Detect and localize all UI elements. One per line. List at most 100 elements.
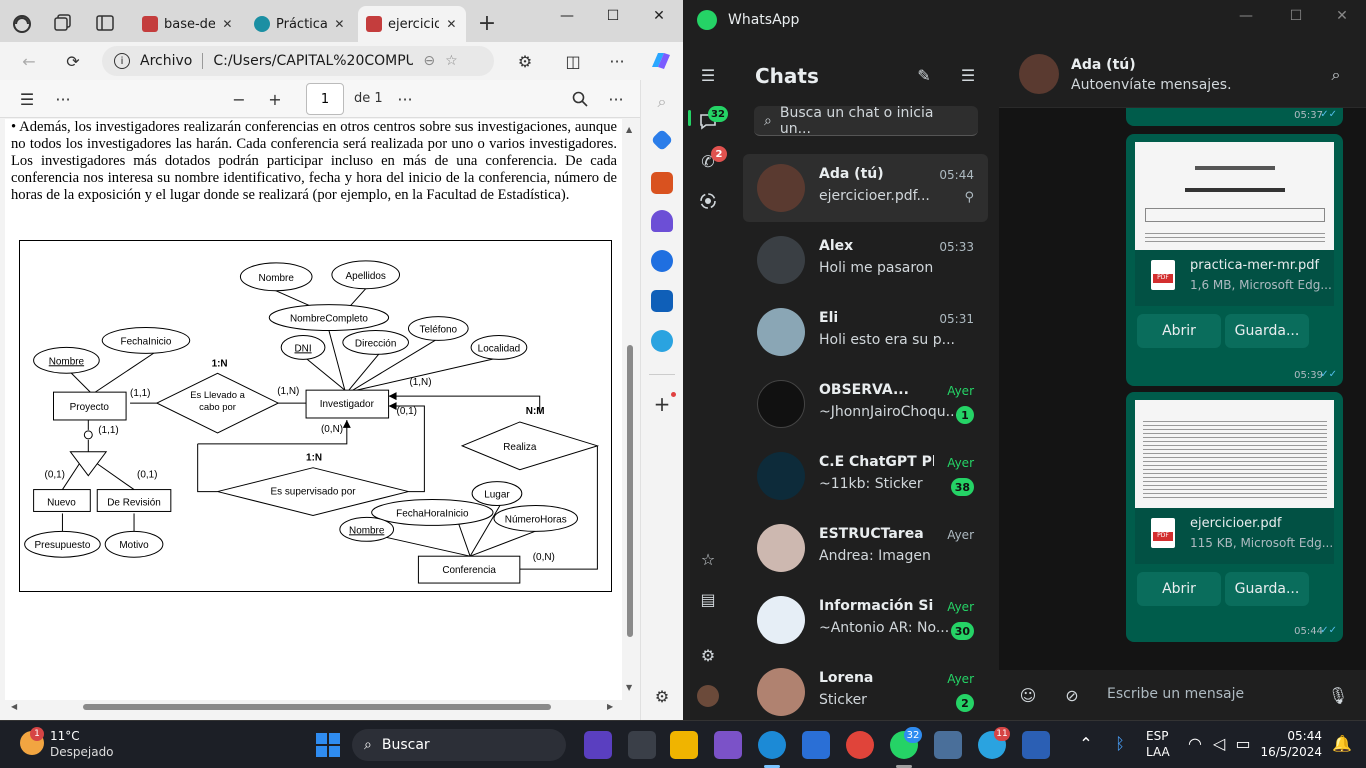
notifications-icon[interactable]: 🔔 <box>1332 733 1352 753</box>
split-screen-icon[interactable]: ◫ <box>560 48 586 74</box>
telegram-sidebar-icon[interactable] <box>651 330 673 352</box>
chrome-icon[interactable] <box>846 731 874 759</box>
address-bar[interactable]: i Archivo C:/Users/CAPITAL%20COMPU... ⊖ … <box>102 46 494 76</box>
vertical-scroll-thumb[interactable] <box>627 345 633 637</box>
scroll-left-icon[interactable]: ◀ <box>11 702 17 711</box>
collections-icon[interactable] <box>52 12 74 34</box>
chat-item-observa[interactable]: OBSERVA... Ayer ~JhonnJairoChoqu... 1 <box>743 370 988 438</box>
chat-item-ada[interactable]: Ada (tú) 05:44 ejercicioer.pdf... ⚲ <box>743 154 988 222</box>
vertical-scrollbar[interactable]: ▲ ▼ <box>624 119 636 700</box>
pdf-tools-more-icon[interactable]: ··· <box>394 88 416 110</box>
store-icon[interactable] <box>802 731 830 759</box>
document-row[interactable]: PDF practica-mer-mr.pdf 1,6 MB, Microsof… <box>1135 250 1334 306</box>
shopping-tag-icon[interactable] <box>650 128 674 152</box>
microsoft-365-icon[interactable] <box>651 250 673 272</box>
filter-icon[interactable]: ☰ <box>957 64 979 86</box>
favorite-star-icon[interactable]: ☆ <box>445 53 458 69</box>
tab-practica[interactable]: Práctica ✕ <box>246 6 354 42</box>
chevron-up-icon[interactable]: ⌃ <box>1076 733 1096 753</box>
scroll-right-icon[interactable]: ▶ <box>607 702 613 711</box>
chat-item-eli[interactable]: Eli 05:31 Holi esto era su p... <box>743 298 988 366</box>
back-icon[interactable]: ← <box>16 48 42 74</box>
settings-icon[interactable]: ⚙ <box>697 644 719 666</box>
search-icon[interactable]: ⌕ <box>1325 64 1347 86</box>
microphone-icon[interactable]: 🎙 <box>1327 684 1349 706</box>
document-preview[interactable] <box>1135 400 1334 508</box>
tab-ejercicio[interactable]: ejercicio ✕ <box>358 6 466 42</box>
close-tab-icon[interactable]: ✕ <box>221 17 234 31</box>
visual-studio-icon[interactable] <box>714 731 742 759</box>
minimize-icon[interactable]: — <box>544 0 590 32</box>
word-icon[interactable] <box>1022 731 1050 759</box>
starred-icon[interactable]: ☆ <box>697 548 719 570</box>
volume-icon[interactable]: ◁ <box>1210 733 1228 753</box>
document-preview[interactable] <box>1135 142 1334 250</box>
workspaces-icon[interactable] <box>8 10 36 38</box>
new-chat-icon[interactable]: ✎ <box>913 64 935 86</box>
sidebar-search-icon[interactable]: ⌕ <box>650 90 674 114</box>
attach-icon[interactable]: ⊘ <box>1061 684 1083 706</box>
search-icon[interactable] <box>569 88 591 110</box>
maximize-icon[interactable]: ☐ <box>590 0 636 32</box>
bluetooth-icon[interactable]: ᛒ <box>1110 733 1130 753</box>
status-nav-icon[interactable] <box>697 190 719 212</box>
contact-avatar[interactable] <box>1019 54 1059 94</box>
pdf-settings-more-icon[interactable]: ··· <box>605 88 627 110</box>
search-input[interactable]: ⌕ Busca un chat o inicia un... <box>754 105 978 137</box>
message-input[interactable]: Escribe un mensaje <box>1107 686 1244 702</box>
close-tab-icon[interactable]: ✕ <box>333 17 346 31</box>
horizontal-scroll-thumb[interactable] <box>83 704 551 710</box>
wifi-icon[interactable]: ◠ <box>1186 733 1204 753</box>
scroll-up-icon[interactable]: ▲ <box>626 125 632 134</box>
zoom-out-icon[interactable]: ⊖ <box>423 53 435 69</box>
close-window-icon[interactable]: ✕ <box>636 0 682 32</box>
extensions-icon[interactable]: ⚙ <box>512 48 538 74</box>
taskbar-search[interactable]: ⌕ Buscar <box>352 729 566 761</box>
zoom-in-button[interactable]: + <box>264 88 286 110</box>
calendar-app-icon[interactable] <box>934 731 962 759</box>
task-view-icon[interactable] <box>628 731 656 759</box>
sidebar-settings-icon[interactable]: ⚙ <box>650 684 674 708</box>
start-button[interactable] <box>316 733 340 757</box>
games-icon[interactable] <box>651 210 673 232</box>
save-button[interactable]: Guarda... <box>1225 572 1309 606</box>
open-button[interactable]: Abrir <box>1137 314 1221 348</box>
tab-base-de[interactable]: base-de- ✕ <box>134 6 242 42</box>
open-button[interactable]: Abrir <box>1137 572 1221 606</box>
contact-name[interactable]: Ada (tú) <box>1071 57 1136 73</box>
zoom-out-button[interactable]: − <box>228 88 250 110</box>
info-icon[interactable]: i <box>114 53 130 69</box>
close-tab-icon[interactable]: ✕ <box>445 17 458 31</box>
horizontal-scrollbar[interactable]: ◀ ▶ <box>5 700 622 714</box>
chat-item-chatgpt[interactable]: C.E ChatGPT Plus Ayer ~11kb: Sticker 38 <box>743 442 988 510</box>
chat-item-estructarea[interactable]: ESTRUCTarea Ayer Andrea: Imagen <box>743 514 988 582</box>
refresh-icon[interactable]: ⟳ <box>60 48 86 74</box>
file-explorer-icon[interactable] <box>670 731 698 759</box>
save-button[interactable]: Guarda... <box>1225 314 1309 348</box>
profile-avatar[interactable] <box>697 685 719 707</box>
copilot-icon[interactable] <box>645 46 675 76</box>
chat-item-informacion[interactable]: Información Sis... Ayer ~Antonio AR: No.… <box>743 586 988 654</box>
pdf-more-icon[interactable]: ··· <box>52 88 74 110</box>
scroll-down-icon[interactable]: ▼ <box>626 683 632 692</box>
archived-icon[interactable]: ▤ <box>697 588 719 610</box>
more-options-icon[interactable]: ··· <box>604 48 630 74</box>
weather-temp[interactable]: 11°C <box>50 729 80 743</box>
outlook-icon[interactable] <box>651 290 673 312</box>
new-tab-icon[interactable]: + <box>476 11 498 36</box>
chat-item-lorena[interactable]: Lorena Ayer Sticker 2 <box>743 658 988 720</box>
close-window-icon[interactable]: ✕ <box>1319 0 1365 32</box>
contents-icon[interactable]: ☰ <box>16 88 38 110</box>
tools-icon[interactable] <box>651 172 673 194</box>
tab-actions-icon[interactable] <box>94 12 116 34</box>
page-number-input[interactable]: 1 <box>306 83 344 115</box>
emoji-icon[interactable]: ☺ <box>1017 684 1039 706</box>
minimize-icon[interactable]: — <box>1223 0 1269 32</box>
maximize-icon[interactable]: ☐ <box>1273 0 1319 32</box>
clock-time[interactable]: 05:44 <box>1266 729 1322 743</box>
document-row[interactable]: PDF ejercicioer.pdf 115 KB, Microsoft Ed… <box>1135 508 1334 564</box>
battery-icon[interactable]: ▭ <box>1234 733 1252 753</box>
menu-icon[interactable]: ☰ <box>697 64 719 86</box>
dev-app-icon[interactable] <box>584 731 612 759</box>
chat-item-alex[interactable]: Alex 05:33 Holi me pasaron <box>743 226 988 294</box>
